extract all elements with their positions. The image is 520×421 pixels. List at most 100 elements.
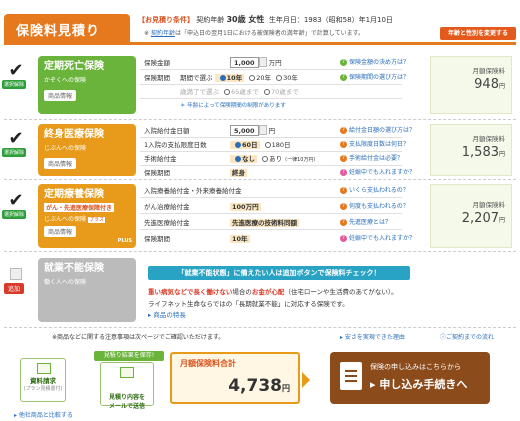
chevron-down-icon[interactable]	[258, 125, 267, 135]
option-20y[interactable]: 20年	[256, 74, 271, 82]
arrow-right-icon	[302, 372, 310, 388]
help-link[interactable]: ? いくら支払われるの？	[340, 184, 424, 198]
button-label: 資料請求	[30, 377, 56, 385]
desc-rest: （住宅ローンや生活費のあてがない）。	[284, 288, 398, 296]
radio-icon[interactable]	[264, 141, 271, 148]
disability-add[interactable]: 追加	[3, 268, 26, 294]
option-30y[interactable]: 30年	[283, 74, 298, 82]
checkbox-empty-icon[interactable]	[10, 268, 22, 280]
button-sublabel: (プラン見積書付)	[23, 386, 63, 392]
product-info-button[interactable]: 商品情報	[44, 158, 77, 169]
product-info-button[interactable]: 商品情報	[44, 90, 77, 101]
row-label: 保険期間	[144, 235, 170, 243]
question-icon: ?	[340, 187, 347, 194]
help-link[interactable]: ? 給付金日額の選び方は？	[340, 124, 424, 138]
contract-flow-link[interactable]: ⓘご契約までの流れ	[440, 332, 494, 341]
question-icon: ?	[340, 235, 347, 242]
help-link[interactable]: ? 手術給付金は必要？	[340, 152, 424, 166]
disability-banner: 「就業不能状態」に備えたい人は追加ボタンで保険料チェック！	[148, 266, 410, 280]
option-65[interactable]: 65歳まで	[231, 88, 259, 96]
amount-unit: 万円	[268, 59, 282, 67]
row-label: 入院給付金日額	[144, 127, 190, 135]
help-link[interactable]: ? 何度も支払われるの？	[340, 200, 424, 214]
help-text: 給付金日額の選び方は？	[349, 127, 416, 134]
deselect-tag[interactable]: 選択解除	[2, 210, 27, 219]
option-180d[interactable]: 180日	[272, 141, 291, 149]
plan-name: 就業不能保険	[44, 263, 104, 274]
checkmark-icon: ✔	[8, 128, 24, 149]
link-text: 安さを実現できた理由	[344, 334, 405, 341]
apply-button[interactable]: 保険の申し込みはこちらから ▸ 申し込み手続きへ	[330, 352, 490, 404]
plan-name: 定期療養保険	[44, 189, 104, 200]
help-text: 保険期間の選び方は？	[349, 74, 410, 81]
chevron-down-icon[interactable]	[258, 57, 267, 67]
features-link[interactable]: ▸ 商品の特長	[148, 309, 186, 319]
help-link[interactable]: ? 支払限度日数は何日？	[340, 138, 424, 152]
option-none[interactable]: なし	[230, 155, 257, 163]
deselect-tag[interactable]: 選択解除	[2, 80, 27, 89]
deselect-tag[interactable]: 選択解除	[2, 148, 27, 157]
price-value: 948円	[437, 77, 505, 92]
radio-icon[interactable]	[276, 74, 283, 81]
option-10y[interactable]: 10年	[214, 74, 245, 82]
plan1-checkbox[interactable]: ✔ 選択解除	[2, 62, 27, 89]
mail-icon	[120, 367, 134, 378]
price-number: 948	[474, 77, 499, 92]
amount-select[interactable]: 1,000 万円	[230, 56, 282, 70]
total-number: 4,738	[228, 376, 282, 396]
page-title: 保険料見積り	[4, 14, 130, 42]
age-limit-note: ＊ 年齢によって保険期間の制限があります	[180, 103, 286, 109]
note-text: は「申込日の翌月1日における被保険者の満年齢」で計算しています。	[174, 30, 365, 37]
yen-unit: 円	[498, 151, 505, 158]
document-icon	[37, 363, 51, 374]
radio-icon[interactable]	[262, 155, 269, 162]
radio-icon[interactable]	[263, 88, 270, 95]
plan2-checkbox[interactable]: ✔ 選択解除	[2, 128, 27, 157]
help-text: 妊娠中でも入れますか？	[349, 235, 416, 242]
option-label: 60日	[242, 141, 258, 149]
change-age-gender-button[interactable]: 年齢と性別を変更する	[440, 27, 516, 40]
contract-age-link[interactable]: 契約年齢	[151, 30, 175, 37]
total-label: 月額保険料合計	[180, 359, 236, 368]
desc-mid: 場合の	[232, 288, 252, 296]
disability-desc-line2: ライフネット生命ならではの「長期就業不能」に対応する保険です。	[148, 300, 349, 308]
price-number: 1,583	[461, 145, 499, 160]
plan-subtitle-text: じぶんへの保険	[44, 216, 87, 223]
option-70[interactable]: 70歳まで	[271, 88, 299, 96]
row-label: 手術給付金	[144, 155, 177, 163]
request-docs-button[interactable]: 資料請求 (プラン見積書付)	[20, 358, 66, 402]
price-label: 月額保険料	[472, 67, 506, 75]
help-link[interactable]: ? 妊娠中でも入れますか？	[340, 166, 424, 180]
help-link[interactable]: ? 先進医療とは？	[340, 216, 424, 230]
help-link[interactable]: ? 保険金額の決め方は？	[340, 56, 424, 70]
help-link[interactable]: ? 保険期間の選び方は？	[340, 71, 424, 85]
link-text: ご契約までの流れ	[446, 334, 495, 341]
note-prefix: ※	[144, 30, 150, 37]
daily-amount-select[interactable]: 5,000 円	[230, 124, 275, 138]
option-60d[interactable]: 60日	[230, 141, 260, 149]
quote-page: 保険料見積り 【お見積り条件】 契約年齢 30歳 女性 生年月日：1983（昭和…	[0, 0, 520, 421]
product-info-button[interactable]: 商品情報	[44, 226, 77, 237]
conditions-label: 【お見積り条件】	[138, 16, 194, 24]
age-term-options: 歳満了で選ぶ 65歳まで 70歳まで	[180, 85, 299, 99]
email-quote-button[interactable]: 見積り内容を メールで送信	[100, 362, 154, 410]
plus-tag: プラス	[87, 217, 105, 223]
surgery-options: なし あり（一律10万円）	[230, 152, 318, 167]
question-icon: ?	[340, 155, 347, 162]
daily-value: 5,000	[230, 125, 259, 136]
header: 保険料見積り 【お見積り条件】 契約年齢 30歳 女性 生年月日：1983（昭和…	[0, 0, 520, 50]
plan3-checkbox[interactable]: ✔ 選択解除	[2, 192, 27, 219]
help-text: いくら支払われるの？	[349, 187, 409, 194]
help-link[interactable]: ? 妊娠中でも入れますか？	[340, 232, 424, 246]
compare-link[interactable]: ▸ 他社商品と比較する	[14, 410, 73, 419]
why-cheap-link[interactable]: ▸ 安さを実現できた理由	[340, 332, 405, 341]
plan-subtitle: じぶんへの保険	[44, 145, 87, 152]
radio-icon[interactable]	[249, 74, 256, 81]
radio-icon[interactable]	[224, 88, 231, 95]
add-tag[interactable]: 追加	[3, 283, 24, 294]
row-label: 先進医療給付金	[144, 219, 190, 227]
period-by-term-label: 期間で選ぶ	[180, 74, 213, 82]
contract-age-label: 契約年齢	[196, 16, 225, 24]
coverage-badge: がん・先進医療保障付き	[44, 203, 115, 212]
option-yes[interactable]: あり	[269, 155, 282, 163]
